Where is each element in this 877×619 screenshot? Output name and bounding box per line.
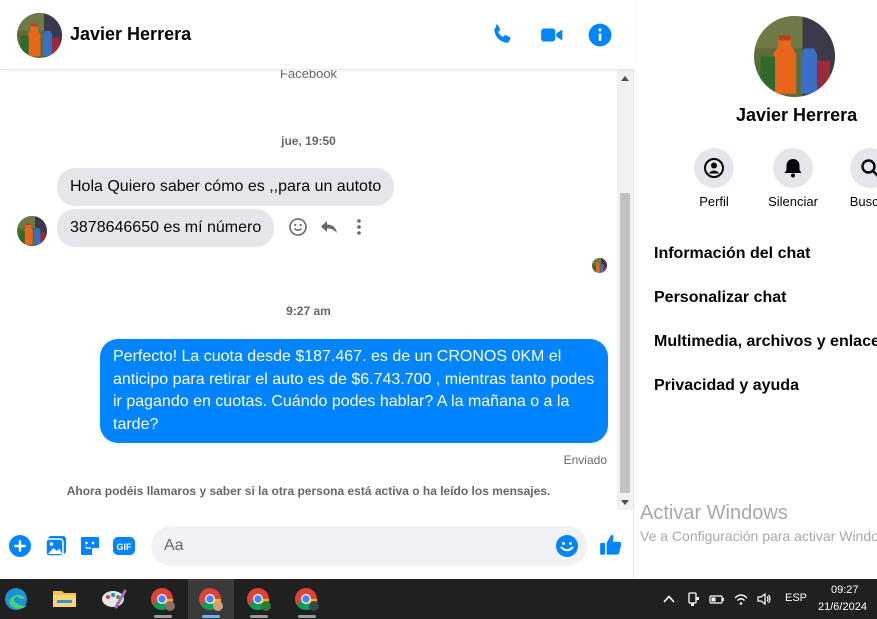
search-button[interactable]: Buscar: [840, 148, 877, 209]
profile-label: Perfil: [699, 194, 729, 209]
presence-notice: Ahora podéis llamaros y saber si la otra…: [66, 484, 551, 498]
info-contact-name: Javier Herrera: [736, 105, 858, 125]
incoming-message[interactable]: Hola Quiero saber cómo es ,,para un auto…: [57, 168, 395, 206]
activate-windows-title: Activar Windows: [640, 502, 788, 524]
language-indicator[interactable]: ESP: [785, 592, 807, 604]
video-camera-icon[interactable]: [539, 22, 565, 48]
message-input[interactable]: Aa: [151, 526, 587, 566]
react-emoji-icon[interactable]: [288, 217, 308, 237]
volume-icon[interactable]: [756, 591, 772, 607]
chrome-app-icon[interactable]: [140, 579, 186, 619]
scroll-up-arrow[interactable]: [621, 76, 629, 81]
contact-name[interactable]: Javier Herrera: [70, 24, 191, 45]
profile-button[interactable]: Perfil: [684, 148, 744, 209]
message-list[interactable]: Facebook jue, 19:50 Hola Quiero saber có…: [0, 70, 617, 510]
clock-time[interactable]: 09:27: [831, 584, 859, 596]
scroll-thumb[interactable]: [620, 193, 630, 493]
sent-status: Enviado: [563, 453, 607, 467]
chrome-app-icon[interactable]: [188, 579, 234, 619]
chrome-app-icon[interactable]: [236, 579, 282, 619]
chat-header: Javier Herrera: [0, 0, 634, 70]
wifi-icon[interactable]: [733, 591, 749, 607]
usb-device-icon[interactable]: [685, 591, 701, 607]
edge-app-icon[interactable]: [0, 579, 46, 619]
incoming-message[interactable]: 3878646650 es mí número: [57, 209, 275, 247]
reply-icon[interactable]: [319, 217, 339, 237]
info-avatar[interactable]: [754, 16, 835, 97]
chevron-up-icon[interactable]: [661, 591, 677, 607]
phone-icon[interactable]: [489, 22, 515, 48]
file-explorer-icon[interactable]: [46, 579, 92, 619]
mute-button[interactable]: Silenciar: [763, 148, 823, 209]
like-icon[interactable]: [598, 532, 624, 558]
active-indicator: [202, 615, 220, 618]
scrollbar[interactable]: [617, 70, 633, 510]
timestamp: jue, 19:50: [281, 134, 336, 148]
taskbar: ESP 09:27 21/6/2024: [0, 579, 877, 619]
message-input-placeholder: Aa: [164, 537, 184, 554]
composer: GIF Aa: [0, 520, 634, 572]
info-icon[interactable]: [587, 22, 613, 48]
source-label: Facebook: [279, 70, 338, 81]
scroll-down-arrow[interactable]: [621, 500, 629, 505]
mute-label: Silenciar: [768, 194, 818, 209]
privacy-support-item[interactable]: Privacidad y ayuda: [654, 377, 799, 395]
profile-icon: [694, 148, 734, 188]
clock-date[interactable]: 21/6/2024: [818, 601, 867, 613]
emoji-icon[interactable]: [555, 534, 579, 558]
gif-icon[interactable]: GIF: [112, 534, 136, 558]
customize-chat-item[interactable]: Personalizar chat: [654, 289, 787, 307]
chat-pane: Javier Herrera Facebook jue, 19:50 Hola …: [0, 0, 634, 579]
battery-icon[interactable]: [709, 591, 725, 607]
chrome-app-icon[interactable]: [284, 579, 330, 619]
outgoing-message[interactable]: Perfecto! La cuota desde $187.467. es de…: [100, 339, 608, 443]
chat-info-item[interactable]: Información del chat: [654, 245, 810, 263]
photo-icon[interactable]: [44, 534, 68, 558]
seen-avatar: [592, 258, 607, 273]
search-label: Buscar: [849, 194, 877, 209]
bell-icon: [773, 148, 813, 188]
sticker-icon[interactable]: [78, 534, 102, 558]
running-indicator: [250, 615, 268, 618]
activate-windows-subtitle: Ve a Configuración para activar Windows.: [640, 528, 877, 544]
contact-avatar[interactable]: [17, 13, 62, 58]
media-files-links-item[interactable]: Multimedia, archivos y enlaces: [654, 333, 877, 351]
gif-label: GIF: [117, 542, 133, 552]
running-indicator: [298, 615, 316, 618]
timestamp: 9:27 am: [286, 304, 331, 318]
add-icon[interactable]: [8, 534, 32, 558]
search-icon: [850, 148, 877, 188]
paint-app-icon[interactable]: [92, 579, 138, 619]
sender-avatar[interactable]: [17, 216, 47, 246]
more-options-icon[interactable]: [349, 217, 369, 237]
running-indicator: [154, 615, 172, 618]
chat-info-pane: Javier Herrera Perfil Silenciar Buscar I…: [636, 0, 877, 579]
